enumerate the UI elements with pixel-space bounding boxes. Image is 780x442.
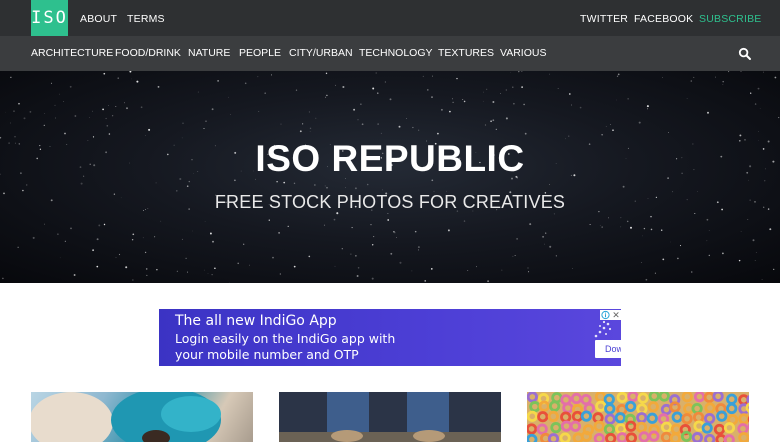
ad-text-line-2: your mobile number and OTP xyxy=(175,347,359,362)
photo-thumbnail-3[interactable] xyxy=(527,392,749,442)
category-textures[interactable]: TEXTURES xyxy=(438,36,494,71)
category-people[interactable]: PEOPLE xyxy=(239,36,281,71)
thumbnail-image-1 xyxy=(31,392,221,442)
category-nav: ARCHITECTURE FOOD/DRINK NATURE PEOPLE CI… xyxy=(0,36,780,71)
ad-close-button[interactable]: ✕ xyxy=(611,310,621,320)
ad-info-icon[interactable] xyxy=(600,310,611,320)
top-bar: ISO ABOUT TERMS TWITTER FACEBOOK SUBSCRI… xyxy=(0,0,780,36)
category-nature[interactable]: NATURE xyxy=(188,36,230,71)
ad-download-button[interactable]: Download now xyxy=(595,340,621,358)
hero-banner: ISO REPUBLIC FREE STOCK PHOTOS FOR CREAT… xyxy=(0,71,780,283)
site-logo[interactable]: ISO xyxy=(31,0,68,36)
photo-thumbnail-1[interactable] xyxy=(31,392,253,442)
nav-link-facebook[interactable]: FACEBOOK xyxy=(634,0,693,36)
hero-subtitle: FREE STOCK PHOTOS FOR CREATIVES xyxy=(214,192,566,212)
category-technology[interactable]: TECHNOLOGY xyxy=(359,36,433,71)
ad-headline: The all new IndiGo App xyxy=(175,313,337,329)
subscribe-link[interactable]: SUBSCRIBE xyxy=(699,0,761,36)
nav-link-twitter[interactable]: TWITTER xyxy=(580,0,628,36)
photo-thumbnail-2[interactable] xyxy=(279,392,501,442)
ad-decoration-icon xyxy=(594,320,612,338)
category-architecture[interactable]: ARCHITECTURE xyxy=(31,36,113,71)
search-icon[interactable] xyxy=(738,47,752,61)
ad-text-line-1: Login easily on the IndiGo app with xyxy=(175,331,396,346)
thumbnail-image-3 xyxy=(527,392,749,442)
category-various[interactable]: VARIOUS xyxy=(500,36,546,71)
nav-link-terms[interactable]: TERMS xyxy=(127,0,165,36)
category-city-urban[interactable]: CITY/URBAN xyxy=(289,36,353,71)
thumbnail-image-2 xyxy=(279,392,501,442)
hero-title: ISO REPUBLIC xyxy=(255,138,525,179)
nav-link-about[interactable]: ABOUT xyxy=(80,0,117,36)
category-food-drink[interactable]: FOOD/DRINK xyxy=(115,36,181,71)
advertisement-banner[interactable]: The all new IndiGo App Login easily on t… xyxy=(159,309,621,366)
